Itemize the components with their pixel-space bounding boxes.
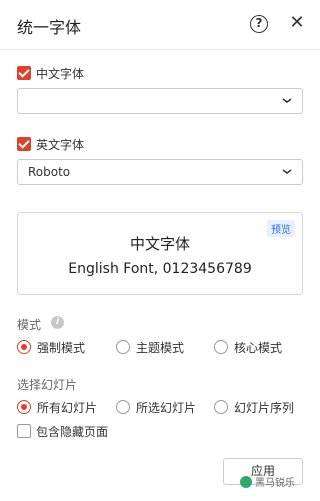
radio-button[interactable] xyxy=(214,340,228,354)
slides-option-sequence[interactable]: 幻灯片序列 xyxy=(214,398,294,416)
english-font-select[interactable]: Roboto xyxy=(17,159,303,185)
watermark-logo-icon xyxy=(240,475,252,488)
chinese-font-label: 中文字体 xyxy=(36,66,85,81)
preview-chinese-text: 中文字体 xyxy=(129,235,190,253)
radio-button[interactable] xyxy=(17,400,31,414)
mode-label: 模式 xyxy=(17,318,42,332)
unify-font-dialog: 统一字体 ? ✕ 中文字体 英文字体 Roboto 预览 中文字体 Englis… xyxy=(0,0,320,501)
mode-option-theme[interactable]: 主题模式 xyxy=(116,338,184,356)
slides-option-label: 所选幻灯片 xyxy=(136,400,197,415)
slides-option-label: 所有幻灯片 xyxy=(37,400,98,415)
english-font-checkbox[interactable] xyxy=(17,137,31,151)
chevron-down-icon xyxy=(282,169,292,174)
preview-english-text: English Font, 0123456789 xyxy=(68,261,252,277)
radio-button[interactable] xyxy=(116,340,130,354)
radio-button[interactable] xyxy=(214,400,228,414)
help-icon[interactable]: ? xyxy=(250,15,268,33)
chinese-font-checkbox[interactable] xyxy=(17,66,31,80)
include-hidden-checkbox[interactable] xyxy=(17,424,31,438)
slides-option-label: 幻灯片序列 xyxy=(234,400,295,415)
english-font-label: 英文字体 xyxy=(36,137,85,152)
english-font-checkbox-row[interactable]: 英文字体 xyxy=(17,135,84,153)
close-icon[interactable]: ✕ xyxy=(287,13,307,33)
slides-section-label: 选择幻灯片 xyxy=(17,378,78,392)
dialog-titlebar: 统一字体 ? ✕ xyxy=(0,0,320,50)
dialog-title: 统一字体 xyxy=(17,18,82,37)
slides-option-all[interactable]: 所有幻灯片 xyxy=(17,398,97,416)
mode-option-label: 强制模式 xyxy=(37,340,86,355)
chinese-font-checkbox-row[interactable]: 中文字体 xyxy=(17,64,84,82)
mode-option-force[interactable]: 强制模式 xyxy=(17,338,85,356)
slides-option-selected[interactable]: 所选幻灯片 xyxy=(116,398,196,416)
english-font-value: Roboto xyxy=(28,165,71,179)
watermark: 黑马锐乐 xyxy=(240,474,295,489)
include-hidden-checkbox-row[interactable]: 包含隐藏页面 xyxy=(17,422,108,440)
watermark-text: 黑马锐乐 xyxy=(255,478,295,489)
chinese-font-select[interactable] xyxy=(17,88,303,114)
mode-option-label: 核心模式 xyxy=(234,340,283,355)
mode-option-label: 主题模式 xyxy=(136,340,185,355)
mode-option-core[interactable]: 核心模式 xyxy=(214,338,282,356)
include-hidden-label: 包含隐藏页面 xyxy=(36,424,109,439)
chevron-down-icon xyxy=(282,98,292,103)
info-icon[interactable]: i xyxy=(51,316,64,329)
radio-button[interactable] xyxy=(116,400,130,414)
font-preview-box: 预览 中文字体 English Font, 0123456789 xyxy=(17,212,303,295)
radio-button[interactable] xyxy=(17,340,31,354)
